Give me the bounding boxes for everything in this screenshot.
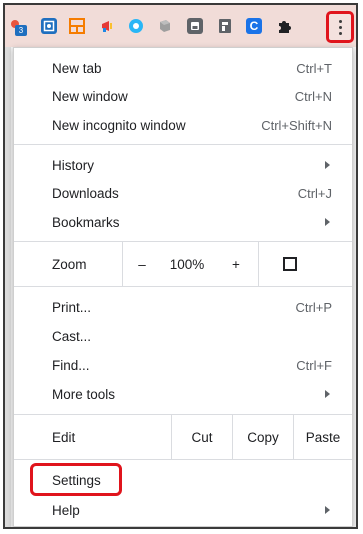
copy-button[interactable]: Copy <box>233 415 293 459</box>
puzzle-box-icon[interactable] <box>157 18 173 34</box>
screenshot-frame: 3 C New tab Ctrl+T New window Ctrl+N New… <box>3 3 358 529</box>
megaphone-icon[interactable] <box>100 18 116 34</box>
menu-item-label: Downloads <box>52 185 119 201</box>
zoom-row: Zoom – 100% + <box>14 242 352 286</box>
menu-item-shortcut: Ctrl+Shift+N <box>261 117 332 133</box>
chrome-main-menu: New tab Ctrl+T New window Ctrl+N New inc… <box>13 47 353 527</box>
menu-item-shortcut: Ctrl+J <box>297 185 332 201</box>
menu-item-label: Help <box>52 502 80 518</box>
menu-item-shortcut: Ctrl+N <box>294 88 332 104</box>
fullscreen-icon <box>283 257 297 271</box>
menu-separator <box>14 286 352 287</box>
globe-icon[interactable] <box>128 18 144 34</box>
menu-item-settings[interactable]: Settings <box>14 466 352 494</box>
zoom-out-button[interactable]: – <box>124 242 160 286</box>
zoom-level: 100% <box>169 256 205 272</box>
extensions-puzzle-icon[interactable] <box>276 18 292 34</box>
menu-item-label: Bookmarks <box>52 214 120 230</box>
submenu-arrow-icon <box>325 218 330 226</box>
zoom-divider <box>258 242 259 286</box>
menu-item-shortcut: Ctrl+F <box>296 357 332 373</box>
menu-item-label: Print... <box>52 299 92 315</box>
paste-button[interactable]: Paste <box>294 415 352 459</box>
menu-item-new-tab[interactable]: New tab Ctrl+T <box>14 54 352 82</box>
screenshot-icon[interactable] <box>41 18 57 34</box>
edit-row: Edit Cut Copy Paste <box>14 415 352 459</box>
c-extension-icon[interactable]: C <box>246 18 262 34</box>
zoom-label: Zoom <box>52 256 87 272</box>
tab-count-badge: 3 <box>15 25 27 36</box>
menu-item-label: Cast... <box>52 328 92 344</box>
menu-item-new-incognito-window[interactable]: New incognito window Ctrl+Shift+N <box>14 111 352 139</box>
menu-item-more-tools[interactable]: More tools <box>14 380 352 408</box>
menu-item-label: New window <box>52 88 128 104</box>
submenu-arrow-icon <box>325 506 330 514</box>
menu-item-shortcut: Ctrl+T <box>296 60 332 76</box>
save-icon[interactable] <box>187 18 203 34</box>
menu-item-find[interactable]: Find... Ctrl+F <box>14 351 352 379</box>
submenu-arrow-icon <box>325 161 330 169</box>
fullscreen-button[interactable] <box>260 242 320 286</box>
zoom-divider <box>122 242 123 286</box>
menu-item-label: Find... <box>52 357 90 373</box>
browser-toolbar: 3 C <box>5 5 356 47</box>
menu-item-new-window[interactable]: New window Ctrl+N <box>14 82 352 110</box>
menu-item-history[interactable]: History <box>14 151 352 179</box>
submenu-arrow-icon <box>325 390 330 398</box>
zoom-in-button[interactable]: + <box>218 242 254 286</box>
menu-item-label: History <box>52 157 95 173</box>
menu-item-print[interactable]: Print... Ctrl+P <box>14 293 352 321</box>
menu-item-label: More tools <box>52 386 116 402</box>
menu-separator <box>14 144 352 145</box>
menu-item-shortcut: Ctrl+P <box>295 299 332 315</box>
menu-item-cast[interactable]: Cast... <box>14 322 352 350</box>
menu-item-downloads[interactable]: Downloads Ctrl+J <box>14 179 352 207</box>
menu-item-bookmarks[interactable]: Bookmarks <box>14 208 352 236</box>
chrome-menu-button[interactable] <box>326 11 354 43</box>
menu-item-help[interactable]: Help <box>14 496 352 524</box>
menu-item-label: New incognito window <box>52 117 186 133</box>
menu-item-label: Settings <box>52 472 101 488</box>
grid-icon[interactable] <box>69 18 85 34</box>
menu-separator <box>14 459 352 460</box>
flipboard-icon[interactable] <box>217 18 233 34</box>
kebab-menu-icon <box>338 19 342 35</box>
page-background <box>5 47 11 527</box>
edit-label: Edit <box>52 429 76 445</box>
cut-button[interactable]: Cut <box>172 415 232 459</box>
menu-item-label: New tab <box>52 60 102 76</box>
